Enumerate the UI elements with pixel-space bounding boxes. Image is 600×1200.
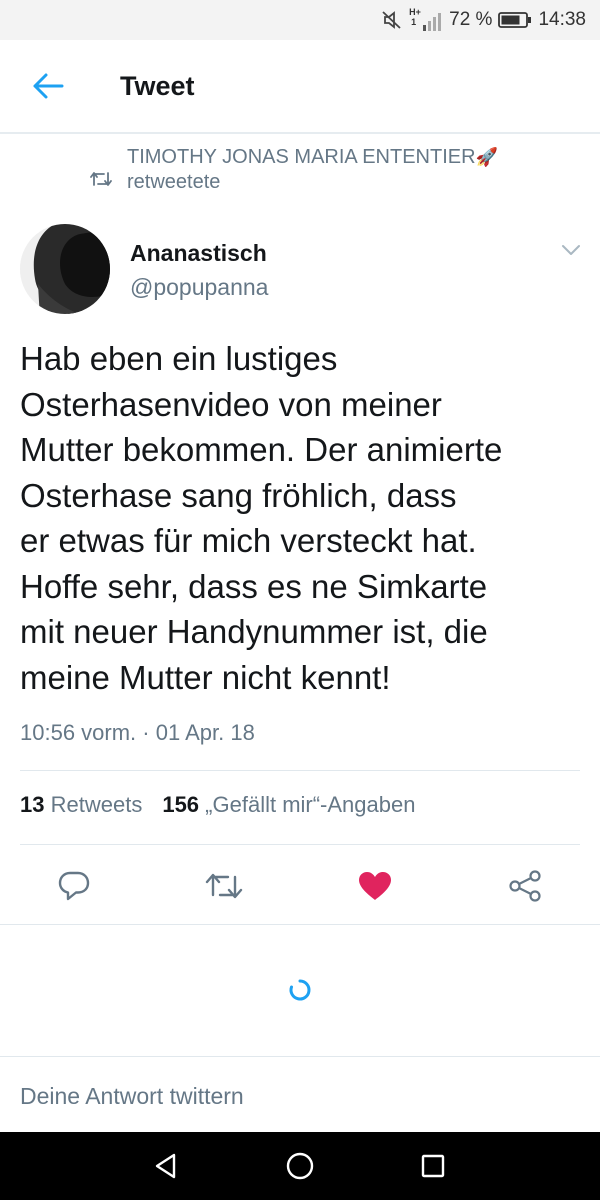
retweets-stat[interactable]: 13 Retweets (20, 792, 142, 818)
reply-button[interactable] (54, 866, 94, 906)
tweet-line: Osterhasenvideo von meiner (20, 385, 442, 423)
tweet-line: Hab eben ein lustiges (20, 340, 338, 377)
retweet-button[interactable] (204, 866, 244, 906)
triangle-back-icon (155, 1153, 176, 1179)
arrow-left-icon (33, 73, 64, 99)
heart-icon (359, 872, 391, 900)
tweet-actions (0, 862, 600, 910)
app-header: Tweet (0, 40, 600, 134)
reply-input[interactable]: Deine Antwort twittern (0, 1056, 600, 1132)
retweets-count: 13 (20, 792, 45, 817)
reply-placeholder: Deine Antwort twittern (20, 1083, 244, 1109)
square-recents-icon (421, 1154, 445, 1178)
tweet-line: Hoffe sehr, dass es ne Simkarte (20, 567, 488, 605)
likes-stat[interactable]: 156 „Gefällt mir“-Angaben (162, 792, 415, 818)
divider (20, 844, 580, 845)
battery-percent: 72 % (449, 9, 493, 30)
retweeter-name: TIMOTHY JONAS MARIA ENTENTIER (127, 146, 476, 168)
battery-icon (498, 11, 532, 29)
nav-back-button[interactable] (149, 1149, 183, 1183)
status-bar: H+ 1 72 % 14:38 (0, 0, 600, 40)
divider (20, 770, 580, 771)
circle-home-icon (286, 1152, 314, 1180)
retweets-label: Retweets (50, 792, 143, 817)
author-handle[interactable]: @popupanna (130, 274, 268, 301)
back-button[interactable] (0, 39, 96, 133)
retweeter-name-link[interactable]: TIMOTHY JONAS MARIA ENTENTIER🚀 (127, 146, 498, 169)
like-button[interactable] (355, 866, 395, 906)
page-title: Tweet (120, 70, 195, 101)
tweet-timestamp: 10:56 vorm. · 01 Apr. 18 (20, 720, 255, 745)
tweet-stats: 13 Retweets 156 „Gefällt mir“-Angaben (20, 792, 415, 818)
network-sub-label: 1 (411, 17, 417, 27)
tweet-line: er etwas für mich versteckt hat. (20, 522, 477, 559)
tweet-text: Hab eben ein lustiges Osterhasenvideo vo… (20, 336, 580, 700)
rocket-emoji: 🚀 (475, 147, 498, 167)
signal-icon: H+ 1 (409, 7, 443, 31)
likes-label: „Gefällt mir“-Angaben (205, 792, 416, 817)
status-time: 14:38 (538, 9, 586, 30)
loading-spinner-icon (288, 978, 312, 1002)
nav-recents-button[interactable] (416, 1149, 450, 1183)
nav-home-button[interactable] (283, 1149, 317, 1183)
tweet-line: mit neuer Handynummer ist, die (20, 613, 488, 650)
retweet-context-icon (90, 170, 112, 193)
share-icon (509, 870, 541, 902)
share-button[interactable] (505, 866, 545, 906)
chevron-down-icon (562, 245, 580, 255)
likes-count: 156 (162, 792, 200, 817)
network-type-label: H+ (409, 7, 421, 17)
mute-icon (381, 9, 403, 31)
retweet-icon (205, 873, 243, 899)
reply-icon (58, 871, 90, 901)
android-nav-bar (0, 1132, 600, 1200)
tweet-line: meine Mutter nicht kennt! (20, 658, 391, 696)
retweeted-label: retweetete (127, 171, 221, 193)
avatar[interactable] (20, 224, 110, 314)
author-name[interactable]: Ananastisch (130, 240, 267, 267)
tweet-line: Mutter bekommen. Der animierte (20, 431, 503, 468)
tweet-menu-button[interactable] (556, 238, 586, 262)
divider (0, 924, 600, 925)
tweet-line: Osterhase sang fröhlich, dass (20, 476, 457, 514)
